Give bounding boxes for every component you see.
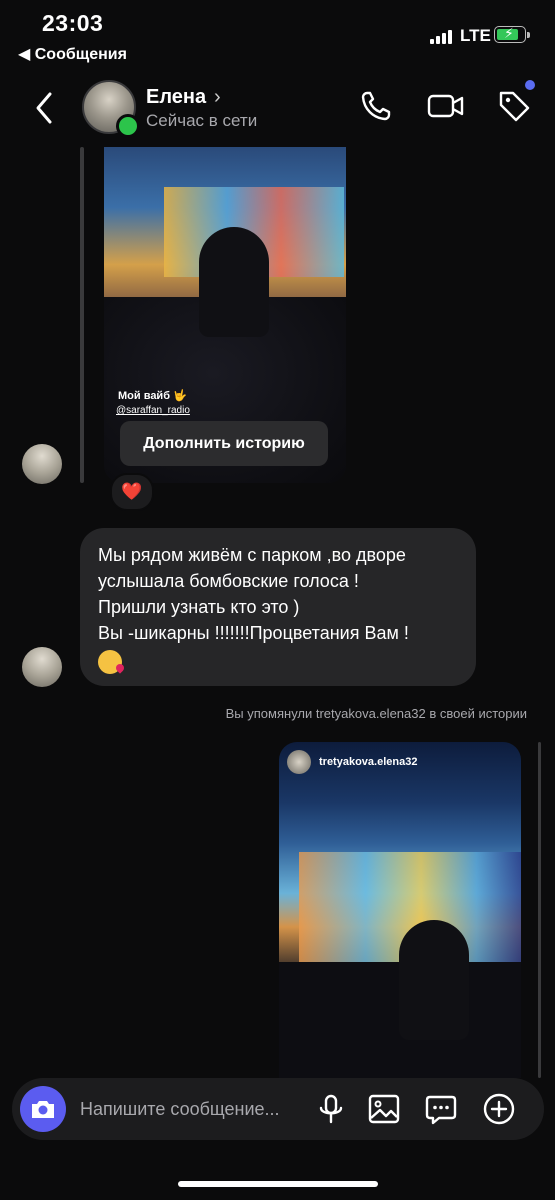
plus-circle-icon bbox=[483, 1093, 515, 1125]
story-author-name: tretyakova.elena32 bbox=[319, 756, 418, 768]
home-indicator[interactable] bbox=[178, 1181, 378, 1187]
camera-icon bbox=[32, 1101, 54, 1118]
microphone-icon bbox=[319, 1094, 343, 1124]
status-time: 23:03 bbox=[42, 10, 104, 36]
message-input[interactable] bbox=[80, 1096, 310, 1122]
contact-status: Сейчас в сети bbox=[146, 111, 258, 130]
story-author-avatar bbox=[287, 750, 311, 774]
message-line: услышала бомбовские голоса ! bbox=[98, 571, 359, 591]
call-button[interactable] bbox=[358, 88, 394, 124]
scrollbar[interactable] bbox=[538, 742, 541, 1078]
tag-icon bbox=[499, 91, 530, 122]
message-line: Вы -шикарны !!!!!!!Процветания Вам ! bbox=[98, 623, 409, 643]
story-mention-handle[interactable]: @saraffan_radio bbox=[116, 405, 190, 416]
back-button[interactable] bbox=[30, 88, 60, 128]
mention-note: Вы упомянули tretyakova.elena32 в своей … bbox=[225, 706, 527, 721]
gallery-button[interactable] bbox=[367, 1092, 401, 1126]
notification-dot bbox=[525, 80, 535, 90]
sent-story-preview[interactable]: tretyakova.elena32 bbox=[279, 742, 521, 1078]
add-to-story-button[interactable]: Дополнить историю bbox=[120, 421, 328, 466]
kiss-emoji-icon bbox=[98, 650, 122, 674]
image-icon bbox=[368, 1094, 400, 1124]
story-caption: Мой вайб 🤟 bbox=[118, 390, 187, 402]
message-bubble[interactable]: Мы рядом живём с парком ,во дворе услыша… bbox=[80, 528, 476, 686]
video-call-button[interactable] bbox=[426, 88, 464, 124]
message-line: Пришли узнать кто это ) bbox=[98, 597, 300, 617]
chat-bubble-icon bbox=[425, 1095, 457, 1125]
camera-button[interactable] bbox=[20, 1086, 66, 1132]
back-to-app-link[interactable]: ◀ Сообщения bbox=[18, 44, 127, 64]
online-indicator bbox=[116, 114, 140, 138]
heart-reaction[interactable]: ❤️ bbox=[110, 473, 154, 511]
chevron-left-icon bbox=[36, 92, 52, 124]
network-type: LTE bbox=[460, 26, 491, 45]
message-line: Мы рядом живём с парком ,во дворе bbox=[98, 545, 406, 565]
video-camera-icon bbox=[427, 94, 464, 118]
sender-avatar[interactable] bbox=[22, 647, 62, 687]
story-author: tretyakova.elena32 bbox=[287, 750, 417, 774]
reply-line bbox=[80, 147, 84, 483]
sticker-button[interactable] bbox=[424, 1092, 458, 1126]
signal-icon bbox=[430, 28, 454, 44]
phone-icon bbox=[361, 91, 391, 121]
chevron-right-icon: › bbox=[214, 86, 221, 108]
sender-avatar[interactable] bbox=[22, 444, 62, 484]
more-options-button[interactable] bbox=[482, 1092, 516, 1126]
contact-name[interactable]: Елена bbox=[146, 86, 206, 109]
battery-icon: ⚡ bbox=[494, 25, 530, 43]
voice-message-button[interactable] bbox=[314, 1092, 348, 1126]
tag-button[interactable] bbox=[496, 88, 532, 124]
